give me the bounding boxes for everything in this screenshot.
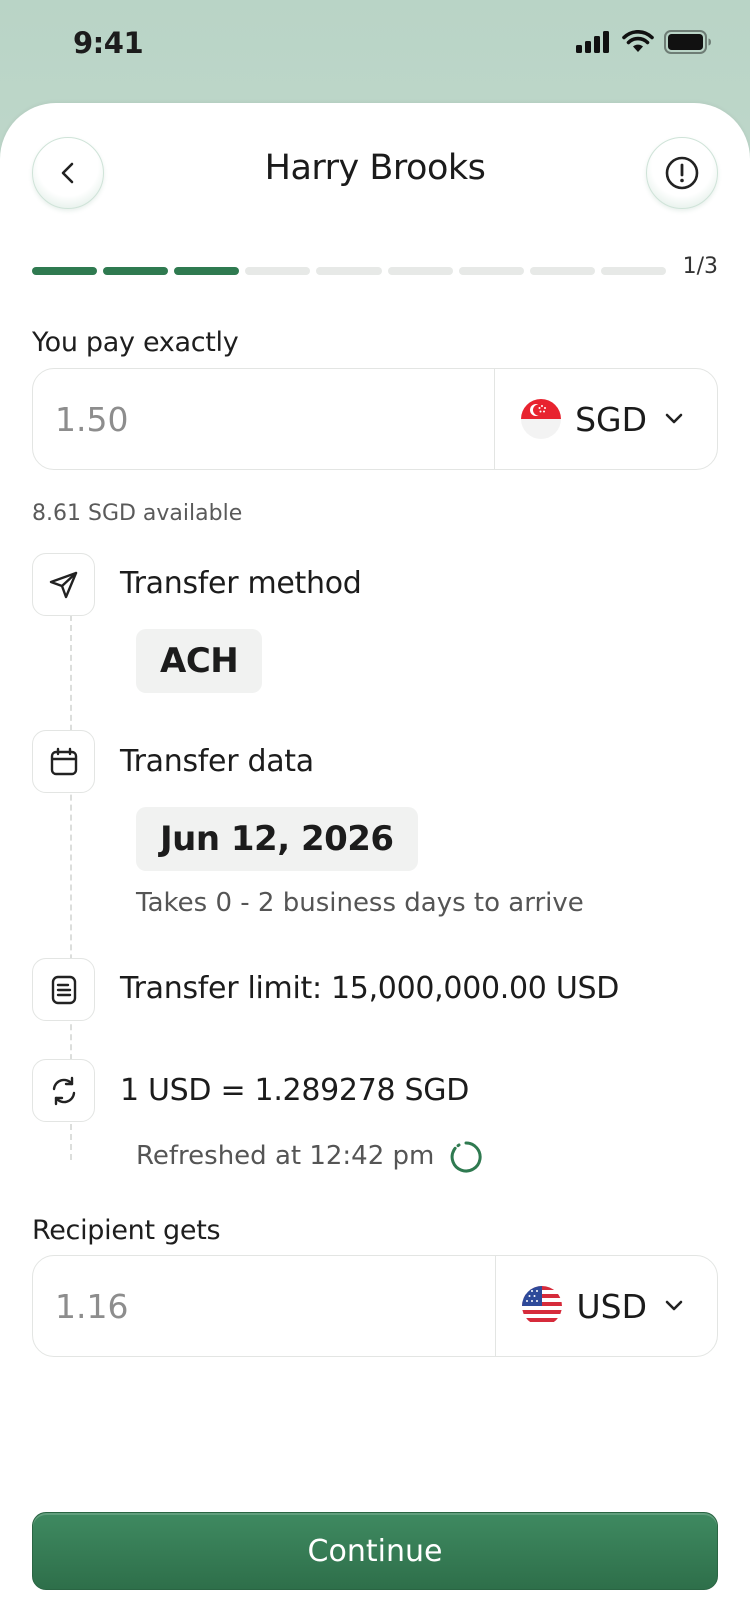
transfer-sheet: Harry Brooks 1/3 You pay exactly 1.50 SG… — [0, 103, 750, 1624]
progress-segment — [529, 267, 595, 275]
transfer-limit-icon-box — [32, 958, 95, 1021]
chevron-down-icon — [665, 1300, 683, 1311]
transfer-method-icon-box — [32, 553, 95, 616]
exchange-rate-icon-box — [32, 1059, 95, 1122]
transfer-method-title: Transfer method — [120, 566, 362, 601]
receive-amount-input[interactable]: 1.16 — [33, 1256, 497, 1356]
singapore-flag-icon — [521, 399, 562, 439]
progress-segment — [458, 267, 524, 275]
info-button[interactable] — [646, 137, 718, 209]
receive-currency-code: USD — [576, 1286, 647, 1326]
available-balance: 8.61 SGD available — [32, 501, 243, 526]
receive-amount-box: 1.16 USD — [32, 1255, 718, 1357]
progress-segment — [316, 267, 382, 275]
status-icons — [576, 30, 712, 54]
alert-circle-icon — [665, 156, 699, 190]
progress-segment — [174, 267, 240, 275]
pay-amount-input[interactable]: 1.50 — [33, 369, 496, 469]
pay-label: You pay exactly — [32, 327, 239, 358]
continue-button[interactable]: Continue — [32, 1512, 718, 1590]
refresh-icon — [52, 1076, 75, 1105]
status-bar: 9:41 — [0, 0, 750, 100]
progress-segment — [32, 267, 98, 275]
transfer-date-icon-box — [32, 730, 95, 793]
wifi-icon — [622, 30, 654, 52]
progress-segment — [387, 267, 453, 275]
transfer-date-chip[interactable]: Jun 12, 2026 — [136, 807, 418, 871]
progress-bar — [32, 267, 666, 275]
transfer-method-chip[interactable]: ACH — [136, 629, 263, 693]
chevron-down-icon — [665, 413, 683, 424]
receive-label: Recipient gets — [32, 1215, 221, 1246]
exchange-rate-text: 1 USD = 1.289278 SGD — [120, 1073, 470, 1108]
loading-spinner-icon — [450, 1141, 482, 1173]
battery-icon — [664, 30, 711, 54]
transfer-limit-text: Transfer limit: 15,000,000.00 USD — [120, 971, 620, 1006]
pay-currency-code: SGD — [575, 399, 647, 439]
signal-icon — [576, 31, 609, 53]
progress-segment — [245, 267, 311, 275]
pay-amount-box: 1.50 SGD — [32, 368, 718, 470]
progress-segment — [103, 267, 169, 275]
page-title: Harry Brooks — [264, 148, 486, 188]
calendar-icon — [50, 747, 77, 775]
arrival-note: Takes 0 - 2 business days to arrive — [136, 888, 584, 918]
send-icon — [49, 571, 77, 598]
usa-flag-icon — [522, 1286, 563, 1326]
document-icon — [51, 975, 76, 1004]
transfer-date-title: Transfer data — [120, 744, 314, 779]
rate-refreshed-text: Refreshed at 12:42 pm — [136, 1141, 435, 1171]
progress-segment — [600, 267, 666, 275]
status-time: 9:41 — [73, 26, 144, 60]
receive-currency-select[interactable]: USD — [496, 1256, 717, 1356]
header: Harry Brooks — [0, 103, 750, 243]
step-counter: 1/3 — [682, 254, 718, 279]
pay-currency-select[interactable]: SGD — [495, 369, 717, 469]
